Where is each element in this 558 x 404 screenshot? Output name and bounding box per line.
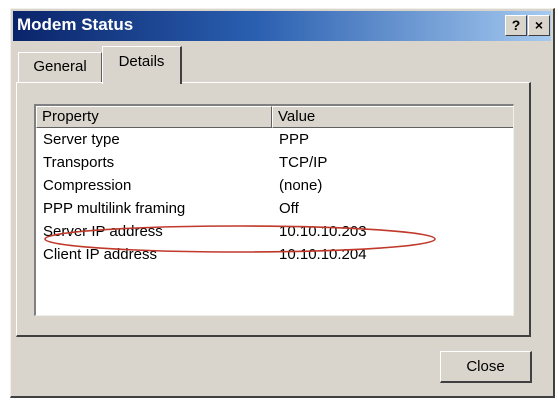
value-cell: PPP	[279, 131, 310, 148]
window-title: Modem Status	[17, 15, 134, 34]
list-item[interactable]: PPP multilink framing Off	[36, 197, 513, 220]
close-button[interactable]: Close	[440, 351, 532, 383]
value-cell: TCP/IP	[279, 154, 328, 171]
property-cell: Server type	[43, 131, 120, 148]
list-item[interactable]: Client IP address 10.10.10.204	[36, 243, 513, 266]
tab-details[interactable]: Details	[102, 46, 182, 84]
value-cell: Off	[279, 200, 299, 217]
column-header-property[interactable]: Property	[36, 106, 272, 128]
list-item[interactable]: Server type PPP	[36, 128, 513, 151]
listview-header: Property Value	[36, 106, 513, 128]
property-cell: Transports	[43, 154, 115, 171]
title-bar[interactable]: Modem Status ? ×	[13, 11, 551, 41]
value-cell: 10.10.10.204	[279, 246, 367, 263]
window-close-button[interactable]: ×	[528, 15, 550, 36]
property-cell: PPP multilink framing	[43, 200, 186, 217]
property-cell: Compression	[43, 177, 132, 194]
property-cell: Server IP address	[43, 223, 163, 240]
column-header-value[interactable]: Value	[272, 106, 513, 128]
listview-body: Server type PPP Transports TCP/IP Compre…	[36, 128, 513, 266]
value-cell: (none)	[279, 177, 323, 194]
list-item[interactable]: Server IP address 10.10.10.203	[36, 220, 513, 243]
tab-general[interactable]: General	[18, 52, 102, 82]
list-item[interactable]: Compression (none)	[36, 174, 513, 197]
property-cell: Client IP address	[43, 246, 157, 263]
help-button[interactable]: ?	[505, 15, 527, 36]
details-listview[interactable]: Property Value Server type PPP Transport…	[34, 104, 514, 316]
value-cell: 10.10.10.203	[279, 223, 367, 240]
list-item[interactable]: Transports TCP/IP	[36, 151, 513, 174]
